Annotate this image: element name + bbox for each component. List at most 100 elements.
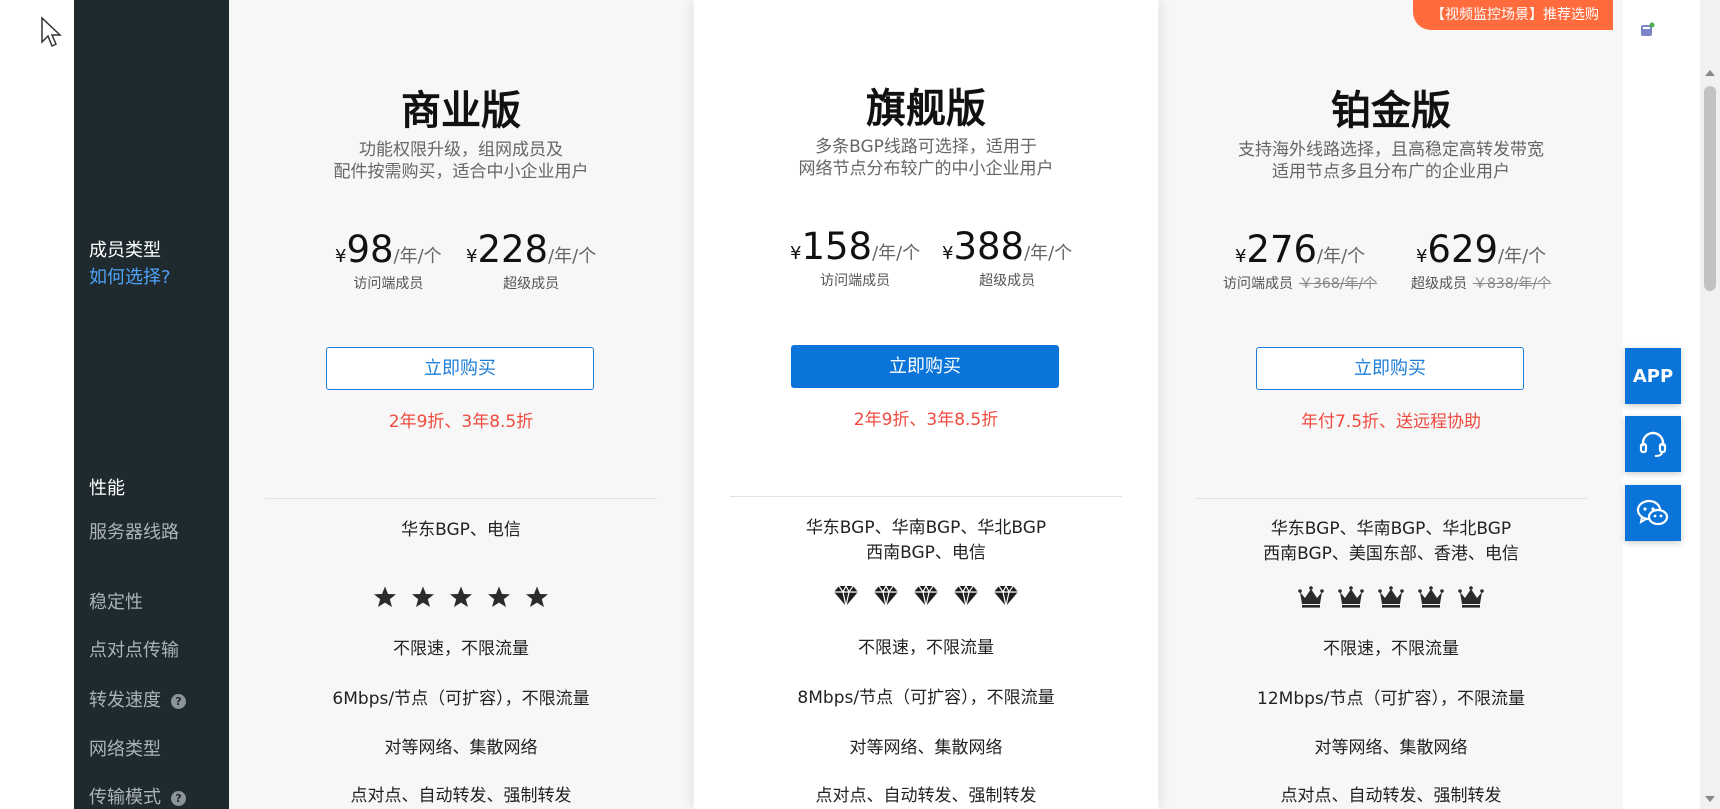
plan-name: 旗舰版 xyxy=(866,86,986,132)
crown-icon xyxy=(1291,586,1331,608)
price-label-text: 访问端成员 xyxy=(1223,276,1293,292)
original-price: ￥368/年/个 xyxy=(1299,276,1378,292)
p2p-value: 不限速，不限流量 xyxy=(393,639,529,659)
star-icon xyxy=(442,586,480,607)
transfer-mode-value: 点对点、自动转发、强制转发 xyxy=(815,786,1037,806)
performance-title: 性能 xyxy=(89,478,125,499)
price-unit: /年/个 xyxy=(872,243,921,264)
divider xyxy=(1195,498,1587,499)
row-label-network-type: 网络类型 xyxy=(89,739,161,760)
crown-icon xyxy=(1451,586,1491,608)
star-icon xyxy=(518,586,556,607)
price-access-member: ¥98/年/个 访问端成员 xyxy=(335,228,442,293)
row-label-server-line: 服务器线路 xyxy=(89,522,179,543)
transfer-mode-label: 传输模式 xyxy=(89,787,161,808)
price-access-member: ¥276/年/个 访问端成员 ￥368/年/个 xyxy=(1223,228,1377,293)
how-to-choose-link[interactable]: 如何选择? xyxy=(89,263,171,289)
scroll-down-arrow-icon[interactable] xyxy=(1705,796,1715,802)
price-unit: /年/个 xyxy=(1024,243,1073,264)
scroll-thumb[interactable] xyxy=(1704,86,1716,291)
buy-now-button[interactable]: 立即购买 xyxy=(326,347,594,390)
currency-symbol: ¥ xyxy=(335,246,347,267)
price-label: 访问端成员 ￥368/年/个 xyxy=(1223,273,1377,293)
diamond-icon xyxy=(826,584,866,607)
currency-symbol: ¥ xyxy=(790,243,802,264)
buy-now-button[interactable]: 立即购买 xyxy=(1256,347,1524,390)
original-price: ￥838/年/个 xyxy=(1473,276,1552,292)
star-icon xyxy=(366,586,404,607)
price-value: 228 xyxy=(477,228,549,271)
server-line-value: 华东BGP、电信 xyxy=(401,520,521,540)
price-unit: /年/个 xyxy=(393,246,442,267)
star-icon xyxy=(404,586,442,607)
forward-speed-value: 12Mbps/节点（可扩容），不限流量 xyxy=(1257,689,1525,709)
price-super-member: ¥629/年/个 超级成员 ￥838/年/个 xyxy=(1411,228,1551,293)
network-type-value: 对等网络、集散网络 xyxy=(384,738,538,758)
help-icon[interactable]: ? xyxy=(171,693,186,709)
mouse-cursor-icon xyxy=(41,16,62,48)
plan-name: 商业版 xyxy=(401,88,521,134)
wechat-button[interactable] xyxy=(1625,485,1681,541)
row-label-stability: 稳定性 xyxy=(89,592,143,613)
p2p-value: 不限速，不限流量 xyxy=(858,638,994,658)
divider xyxy=(730,496,1122,497)
plan-name: 铂金版 xyxy=(1331,88,1451,134)
plan-desc-line: 功能权限升级，组网成员及 xyxy=(359,140,563,160)
diamond-icon xyxy=(946,584,986,607)
discount-text: 2年9折、3年8.5折 xyxy=(853,410,999,430)
recommend-badge: 【视频监控场景】推荐选购 xyxy=(1413,0,1613,30)
plan-desc-line: 多条BGP线路可选择，适用于 xyxy=(815,137,1037,157)
crown-icon xyxy=(1331,586,1371,608)
discount-text: 2年9折、3年8.5折 xyxy=(388,412,534,432)
diamond-icon xyxy=(986,584,1026,607)
plan-desc-line: 支持海外线路选择，且高稳定高转发带宽 xyxy=(1238,140,1544,160)
price-access-member: ¥158/年/个 访问端成员 xyxy=(790,225,920,290)
currency-symbol: ¥ xyxy=(942,243,954,264)
wechat-icon xyxy=(1636,499,1669,526)
price-unit: /年/个 xyxy=(548,246,597,267)
member-type-title: 成员类型 xyxy=(89,240,161,261)
plan-desc-line: 配件按需购买，适合中小企业用户 xyxy=(333,162,589,182)
plan-desc-line: 网络节点分布较广的中小企业用户 xyxy=(798,159,1054,179)
diamond-icon xyxy=(906,584,946,607)
help-icon[interactable]: ? xyxy=(171,790,186,806)
buy-now-button[interactable]: 立即购买 xyxy=(791,345,1059,388)
price-label-text: 超级成员 xyxy=(1411,276,1467,292)
plan-card-flagship: 旗舰版 多条BGP线路可选择，适用于 网络节点分布较广的中小企业用户 ¥158/… xyxy=(694,0,1158,809)
transfer-mode-value: 点对点、自动转发、强制转发 xyxy=(1280,786,1502,806)
plan-desc-line: 适用节点多且分布广的企业用户 xyxy=(1272,162,1510,182)
row-label-forward-speed: 转发速度? xyxy=(89,686,186,712)
p2p-value: 不限速，不限流量 xyxy=(1323,639,1459,659)
price-value: 276 xyxy=(1246,228,1318,271)
forward-speed-value: 8Mbps/节点（可扩容），不限流量 xyxy=(797,688,1055,708)
price-label: 访问端成员 xyxy=(820,273,891,289)
price-value: 158 xyxy=(801,225,873,268)
currency-symbol: ¥ xyxy=(1415,246,1428,267)
server-line-value: 西南BGP、电信 xyxy=(866,543,986,563)
price-label: 超级成员 ￥838/年/个 xyxy=(1411,273,1551,293)
diamond-icon xyxy=(866,584,906,607)
transfer-mode-value: 点对点、自动转发、强制转发 xyxy=(350,786,572,806)
page-scrollbar[interactable] xyxy=(1700,0,1720,809)
stability-rating xyxy=(1159,585,1623,609)
crown-icon xyxy=(1371,586,1411,608)
headset-icon xyxy=(1639,431,1667,457)
server-line-value: 华东BGP、华南BGP、华北BGP xyxy=(1270,519,1512,539)
forward-speed-value: 6Mbps/节点（可扩容），不限流量 xyxy=(332,689,590,709)
star-icon xyxy=(480,586,518,607)
price-super-member: ¥228/年/个 超级成员 xyxy=(466,228,596,293)
scroll-up-arrow-icon[interactable] xyxy=(1705,70,1715,76)
price-unit: /年/个 xyxy=(1498,246,1547,267)
customer-support-button[interactable] xyxy=(1625,416,1681,472)
app-download-button[interactable]: APP xyxy=(1625,348,1681,404)
extension-icon[interactable] xyxy=(1639,22,1655,38)
divider xyxy=(265,498,657,499)
price-unit: /年/个 xyxy=(1317,246,1366,267)
currency-symbol: ¥ xyxy=(466,246,478,267)
price-label: 访问端成员 xyxy=(353,276,424,292)
price-value: 629 xyxy=(1427,228,1499,271)
stability-rating xyxy=(694,584,1158,608)
price-value: 388 xyxy=(953,225,1025,268)
crown-icon xyxy=(1411,586,1451,608)
plan-card-business: 商业版 功能权限升级，组网成员及 配件按需购买，适合中小企业用户 ¥98/年/个… xyxy=(229,0,693,809)
